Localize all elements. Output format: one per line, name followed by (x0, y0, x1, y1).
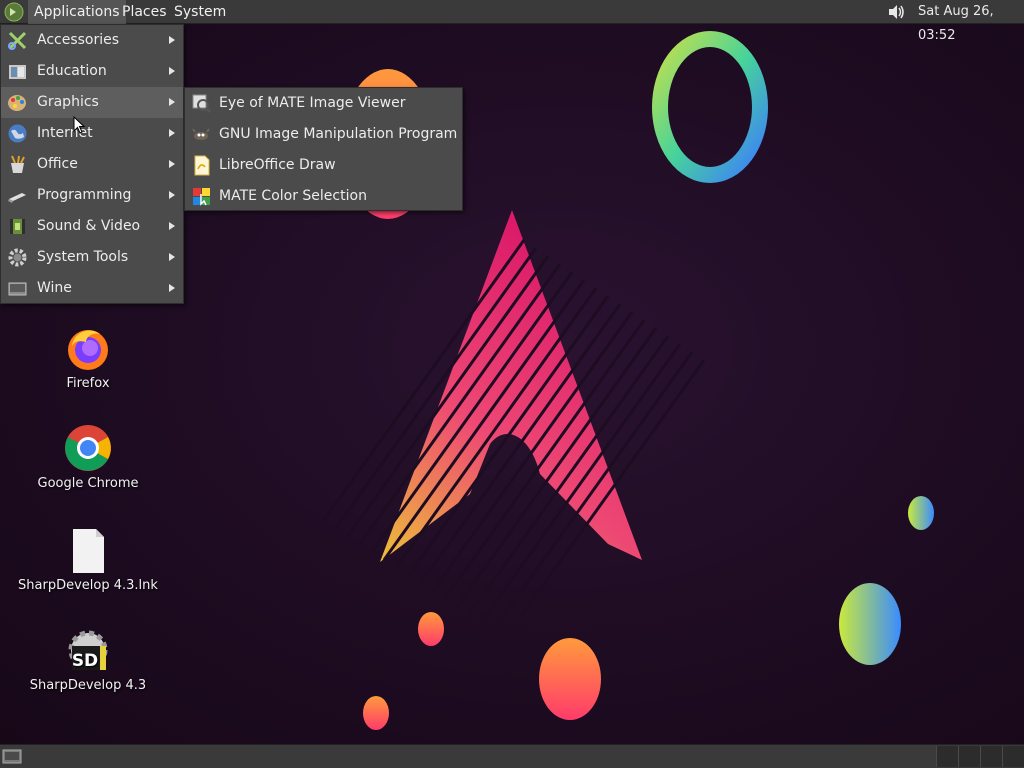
color-selection-icon (193, 188, 210, 206)
submenu-arrow-icon (169, 160, 175, 168)
menu-item-system-tools[interactable]: System Tools (1, 242, 183, 273)
submenu-arrow-icon (169, 36, 175, 44)
sound-video-icon (10, 219, 25, 234)
applications-menu: Accessories Education Graphics Internet (0, 24, 184, 304)
mouse-cursor-icon (73, 116, 85, 134)
desktop-icon-sharpdevelop[interactable]: SD SharpDevelop 4.3 (18, 626, 158, 693)
graphics-icon (8, 95, 26, 111)
submenu-item-label: LibreOffice Draw (219, 157, 336, 173)
file-icon (73, 529, 104, 573)
submenu-item-libreoffice-draw[interactable]: LibreOffice Draw (185, 150, 462, 181)
desktop-icon-firefox[interactable]: Firefox (18, 324, 158, 391)
submenu-item-mate-color-selection[interactable]: MATE Color Selection (185, 181, 462, 212)
submenu-arrow-icon (169, 98, 175, 106)
desktop-icon-label: Firefox (66, 376, 110, 391)
menu-item-education[interactable]: Education (1, 56, 183, 87)
menu-item-wine[interactable]: Wine (1, 273, 183, 304)
menu-item-label: Office (37, 156, 78, 172)
menu-item-label: Programming (37, 187, 132, 203)
system-menu-button[interactable]: System (168, 0, 232, 24)
menu-item-label: Wine (37, 280, 72, 296)
submenu-item-label: Eye of MATE Image Viewer (219, 95, 406, 111)
education-icon (9, 65, 26, 79)
submenu-arrow-icon (169, 191, 175, 199)
submenu-item-label: MATE Color Selection (219, 188, 367, 204)
image-viewer-icon (192, 94, 212, 114)
top-panel: Applications Places System Sat Aug 26, 0… (0, 0, 1024, 43)
menu-item-label: Graphics (37, 94, 99, 110)
sharpdevelop-icon-text: SD (72, 651, 98, 671)
gimp-icon (192, 128, 210, 140)
graphics-submenu: Eye of MATE Image Viewer GNU Image Manip… (184, 87, 463, 211)
clock[interactable]: Sat Aug 26, 03:52 (912, 0, 1024, 43)
submenu-item-gimp[interactable]: GNU Image Manipulation Program (185, 119, 462, 150)
menu-item-internet[interactable]: Internet (1, 118, 183, 149)
mate-logo-icon[interactable] (4, 2, 24, 22)
menu-item-accessories[interactable]: Accessories (1, 25, 183, 56)
show-desktop-icon[interactable] (2, 748, 22, 765)
submenu-arrow-icon (169, 222, 175, 230)
wine-icon (8, 282, 27, 296)
workspace-3[interactable] (980, 746, 1002, 767)
desktop-icon-label: SharpDevelop 4.3.lnk (18, 578, 158, 593)
libreoffice-draw-icon (194, 155, 210, 176)
accessories-icon (8, 31, 27, 50)
workspace-2[interactable] (958, 746, 980, 767)
menu-item-graphics[interactable]: Graphics (1, 87, 183, 118)
sharpdevelop-icon: SD (68, 630, 108, 671)
menu-item-label: Education (37, 63, 107, 79)
volume-icon[interactable] (886, 2, 906, 22)
desktop-icon-google-chrome[interactable]: Google Chrome (18, 424, 158, 491)
submenu-arrow-icon (169, 284, 175, 292)
submenu-arrow-icon (169, 129, 175, 137)
applications-menu-button[interactable]: Applications (28, 0, 126, 24)
bottom-panel (0, 744, 1024, 768)
desktop-icon-label: Google Chrome (37, 476, 139, 491)
places-menu-button[interactable]: Places (116, 0, 173, 24)
submenu-item-label: GNU Image Manipulation Program (219, 126, 458, 142)
submenu-item-eye-of-mate[interactable]: Eye of MATE Image Viewer (185, 88, 462, 119)
menu-item-label: Sound & Video (37, 218, 141, 234)
desktop-icon-sharpdevelop-lnk[interactable]: SharpDevelop 4.3.lnk (18, 528, 158, 593)
workspace-1[interactable] (936, 746, 958, 767)
submenu-arrow-icon (169, 253, 175, 261)
menu-item-sound-video[interactable]: Sound & Video (1, 211, 183, 242)
menu-item-programming[interactable]: Programming (1, 180, 183, 211)
internet-icon (8, 124, 27, 143)
firefox-icon (68, 330, 108, 370)
programming-icon (8, 193, 26, 203)
office-icon (11, 155, 25, 173)
gear-icon (8, 248, 27, 267)
menu-item-label: System Tools (37, 249, 129, 265)
chrome-icon (65, 425, 111, 471)
workspace-4[interactable] (1002, 746, 1024, 767)
menu-item-label: Accessories (37, 32, 120, 48)
desktop-icon-label: SharpDevelop 4.3 (29, 678, 147, 693)
submenu-arrow-icon (169, 67, 175, 75)
menu-item-office[interactable]: Office (1, 149, 183, 180)
